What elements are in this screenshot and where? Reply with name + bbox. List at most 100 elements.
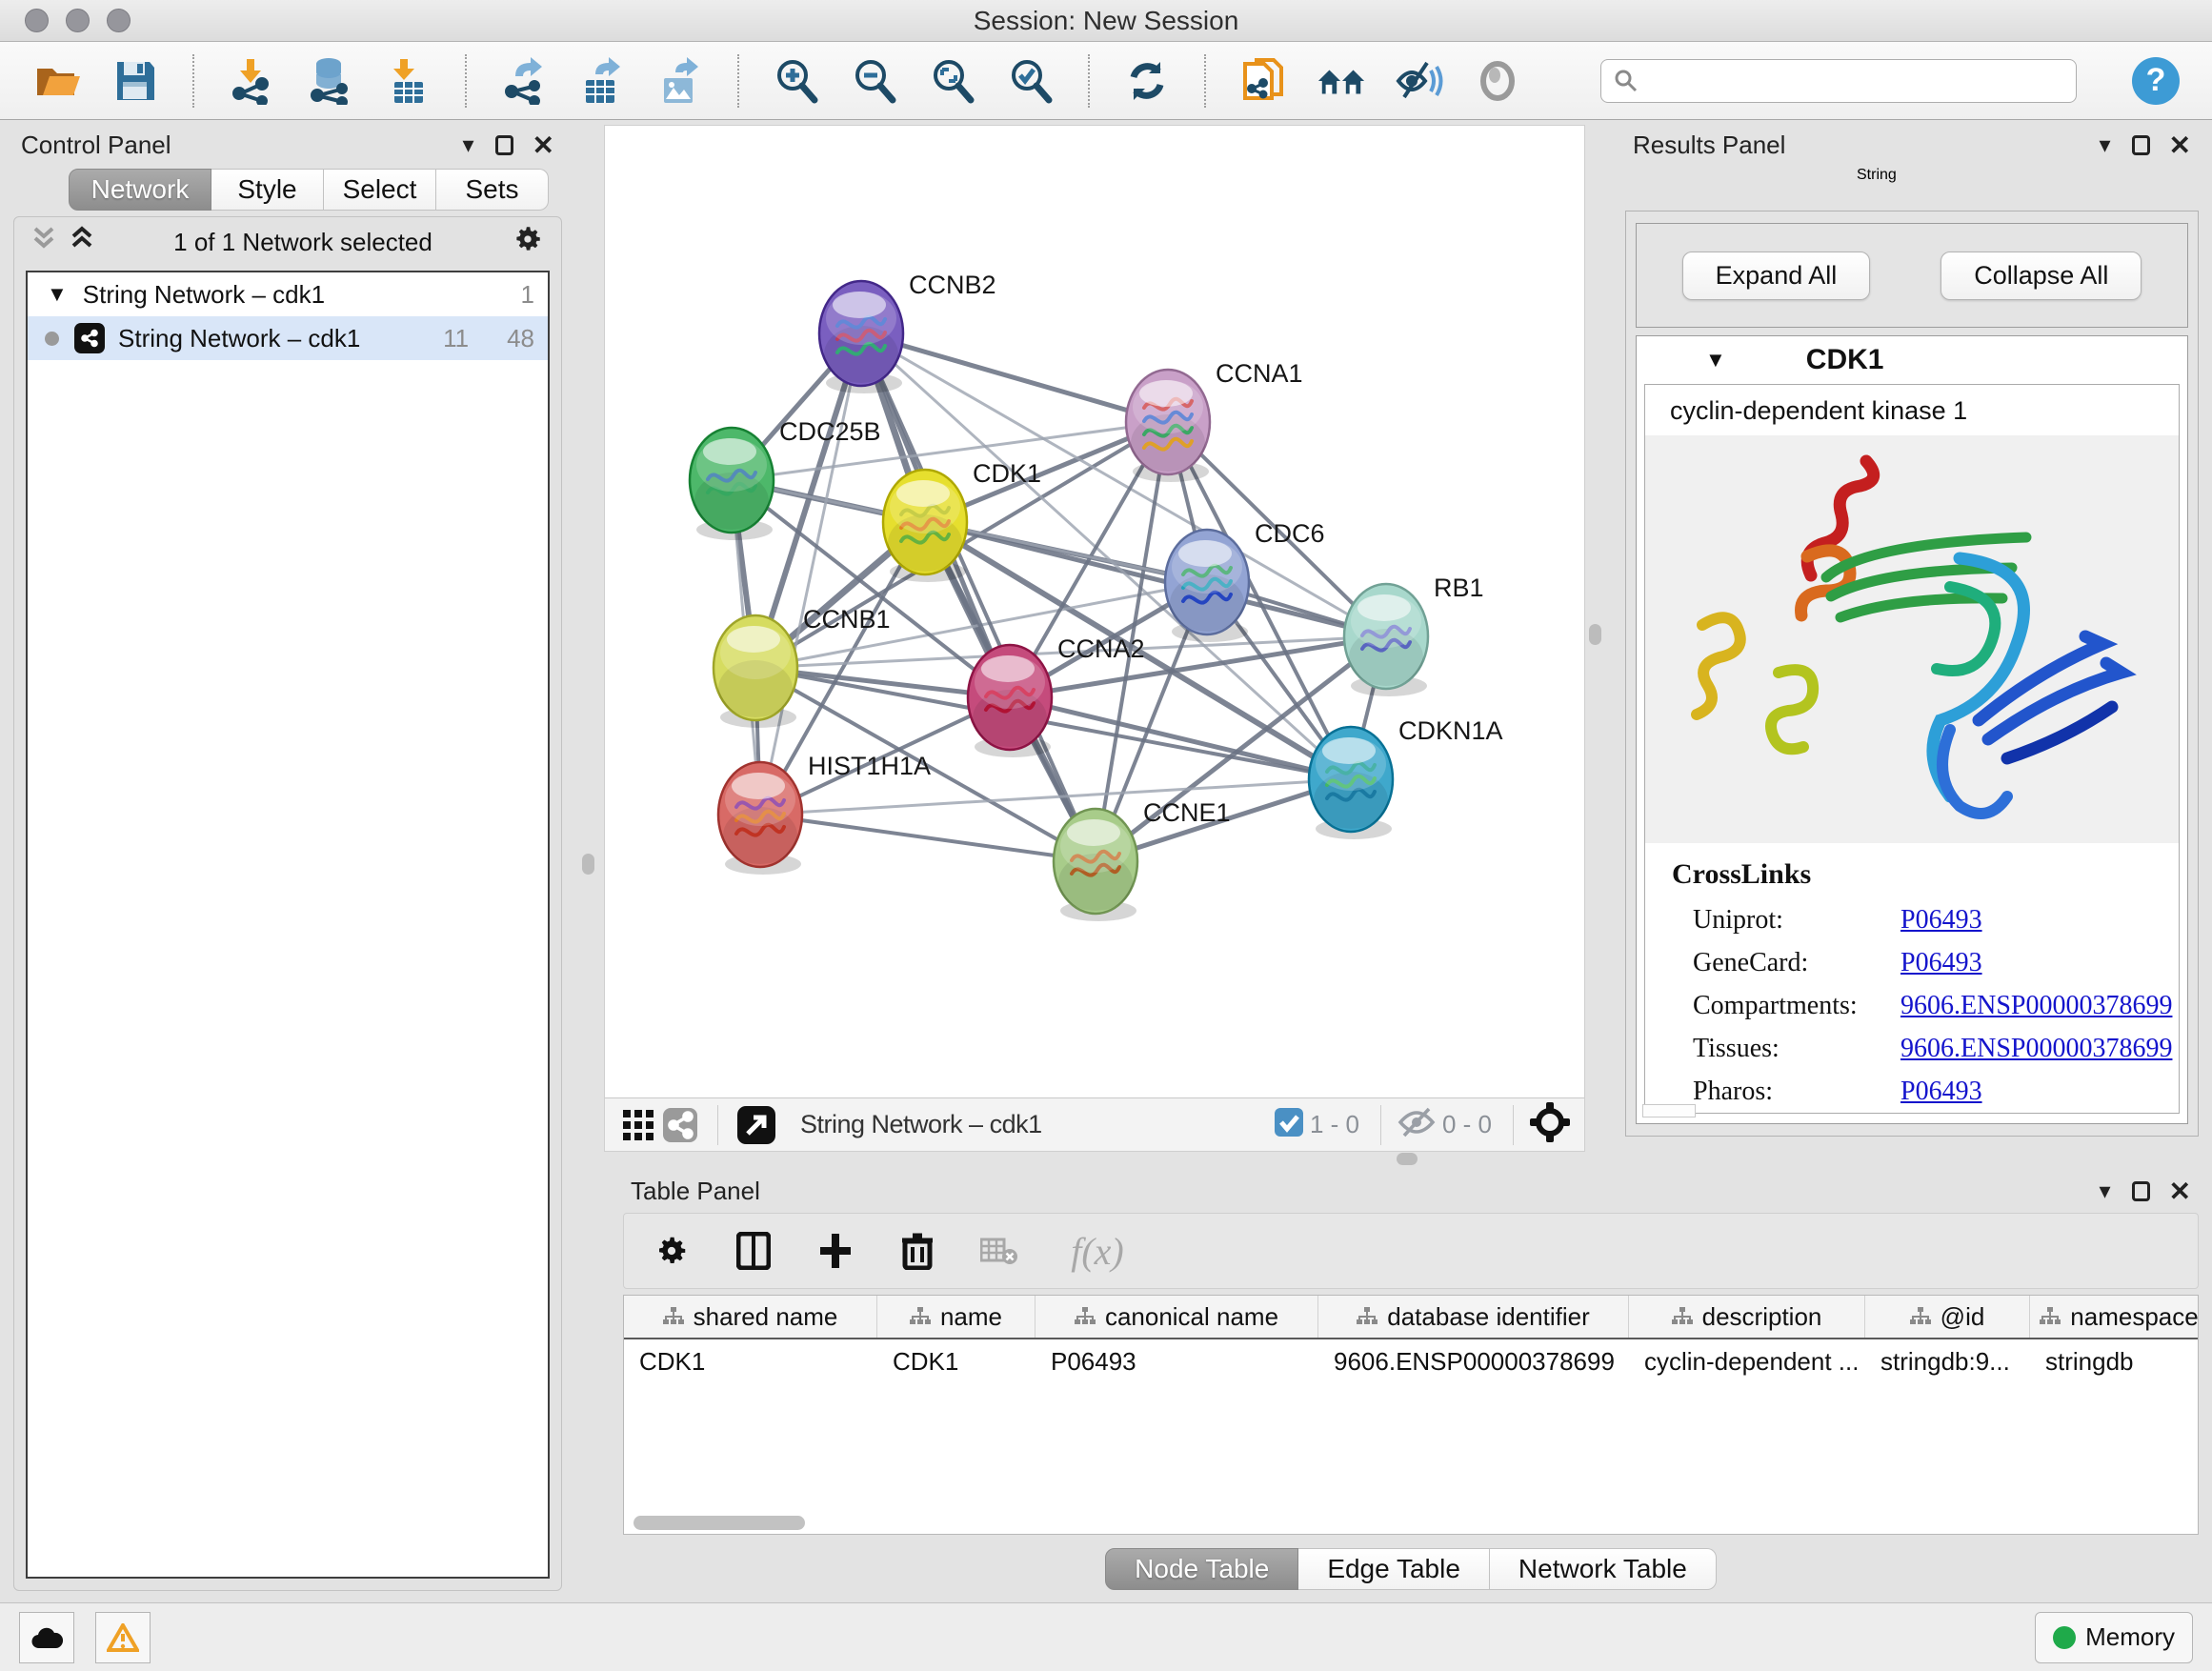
network-node-cdc25b[interactable]	[690, 428, 774, 540]
network-edge[interactable]	[861, 333, 1096, 861]
search-input[interactable]	[1600, 59, 2077, 103]
network-node-ccnb2[interactable]	[819, 281, 903, 393]
column-header[interactable]: description	[1629, 1296, 1865, 1338]
crosslink-link[interactable]: P06493	[1900, 1077, 1982, 1107]
enhance-view-icon[interactable]	[1395, 56, 1444, 106]
export-network-icon[interactable]	[499, 56, 549, 106]
panel-float-icon[interactable]	[495, 135, 513, 155]
share-network-icon[interactable]	[658, 1100, 702, 1150]
lens-icon[interactable]	[1473, 56, 1522, 106]
birdseye-icon[interactable]	[1529, 1101, 1571, 1148]
network-edge[interactable]	[732, 480, 1207, 582]
network-node-ccnb1[interactable]	[714, 615, 797, 728]
memory-button[interactable]: Memory	[2035, 1612, 2193, 1663]
table-cell: stringdb:9...	[1865, 1339, 2030, 1383]
collapse-all-icon[interactable]	[31, 225, 56, 260]
results-scrollbar[interactable]	[1642, 1104, 1696, 1117]
network-node-cdkn1a[interactable]	[1309, 727, 1393, 839]
tab-network-table[interactable]: Network Table	[1490, 1548, 1717, 1590]
column-header[interactable]: name	[877, 1296, 1036, 1338]
network-node-hist1h1a[interactable]	[718, 762, 802, 875]
table-horizontal-scrollbar[interactable]	[633, 1516, 805, 1530]
import-network-database-icon[interactable]	[305, 56, 354, 106]
network-edge[interactable]	[861, 333, 1168, 422]
column-header[interactable]: namespace	[2030, 1296, 2199, 1338]
open-session-icon[interactable]	[32, 56, 82, 106]
panel-menu-icon[interactable]: ▾	[2099, 1178, 2110, 1205]
save-session-icon[interactable]	[111, 56, 160, 106]
tab-network[interactable]: Network	[69, 169, 211, 211]
right-splitter-handle[interactable]	[1589, 624, 1601, 645]
export-table-icon[interactable]	[577, 56, 627, 106]
left-splitter-handle[interactable]	[582, 854, 594, 875]
panel-close-icon[interactable]: ✕	[533, 130, 554, 161]
zoom-fit-icon[interactable]	[928, 56, 977, 106]
crosslink-link[interactable]: P06493	[1900, 948, 1982, 978]
node-label: CCNB1	[803, 605, 891, 634]
network-collection-row[interactable]: ▼ String Network – cdk1 1	[28, 272, 548, 316]
import-table-icon[interactable]	[383, 56, 432, 106]
expand-all-button[interactable]: Expand All	[1682, 252, 1871, 300]
node-entry-header[interactable]: ▼ CDK1	[1637, 336, 2187, 384]
network-node-ccna1[interactable]	[1126, 370, 1210, 482]
network-node-cdc6[interactable]	[1165, 530, 1249, 642]
zoom-out-icon[interactable]	[850, 56, 899, 106]
tab-node-table[interactable]: Node Table	[1105, 1548, 1298, 1590]
tab-string[interactable]: String	[1857, 167, 1967, 184]
entry-caret-icon[interactable]: ▼	[1705, 348, 1726, 372]
panel-float-icon[interactable]	[2132, 135, 2150, 155]
crosslink-link[interactable]: 9606.ENSP00000378699	[1900, 1034, 2172, 1064]
crosslink-link[interactable]: P06493	[1900, 905, 1982, 936]
string-import-icon[interactable]	[1238, 56, 1288, 106]
column-header[interactable]: canonical name	[1036, 1296, 1318, 1338]
collection-caret-icon[interactable]: ▼	[47, 282, 68, 307]
bottom-splitter-handle[interactable]	[1397, 1153, 1418, 1165]
hidden-eye-icon[interactable]	[1397, 1106, 1437, 1143]
show-columns-icon[interactable]	[729, 1226, 778, 1276]
selected-checkbox-icon[interactable]	[1274, 1107, 1304, 1142]
network-node-ccne1[interactable]	[1054, 809, 1137, 921]
cloud-button[interactable]	[19, 1612, 74, 1663]
panel-close-icon[interactable]: ✕	[2169, 130, 2191, 161]
collapse-all-button[interactable]: Collapse All	[1941, 252, 2142, 300]
column-header[interactable]: database identifier	[1318, 1296, 1629, 1338]
toolbar-separator	[465, 54, 467, 108]
grid-view-icon[interactable]	[618, 1100, 658, 1150]
zoom-selected-icon[interactable]	[1006, 56, 1056, 106]
open-in-new-window-icon[interactable]	[734, 1100, 779, 1150]
refresh-icon[interactable]	[1122, 56, 1172, 106]
panel-float-icon[interactable]	[2132, 1181, 2150, 1201]
network-canvas[interactable]: CCNB2CCNA1CDC25BCDK1CDC6RB1CCNB1CCNA2CDK…	[605, 126, 1584, 1097]
panel-menu-icon[interactable]: ▾	[2099, 131, 2110, 159]
node-label: CDC25B	[779, 417, 881, 446]
tab-sets[interactable]: Sets	[436, 169, 549, 211]
column-header[interactable]: @id	[1865, 1296, 2030, 1338]
network-node-ccna2[interactable]	[968, 645, 1052, 757]
tab-style[interactable]: Style	[211, 169, 324, 211]
table-cell: P06493	[1036, 1339, 1318, 1383]
network-node-rb1[interactable]	[1344, 584, 1428, 696]
export-image-icon[interactable]	[655, 56, 705, 106]
panel-menu-icon[interactable]: ▾	[462, 131, 473, 159]
help-icon[interactable]: ?	[2132, 57, 2180, 105]
zoom-in-icon[interactable]	[772, 56, 821, 106]
gear-icon[interactable]	[512, 223, 544, 262]
column-header[interactable]: shared name	[624, 1296, 877, 1338]
warning-button[interactable]	[95, 1612, 151, 1663]
network-edge[interactable]	[760, 333, 861, 815]
network-row[interactable]: String Network – cdk1 1148	[28, 316, 548, 360]
expand-all-icon[interactable]	[70, 225, 94, 260]
node-label: CDKN1A	[1398, 716, 1503, 745]
delete-column-icon[interactable]	[893, 1226, 942, 1276]
network-node-cdk1[interactable]	[883, 470, 967, 582]
panel-close-icon[interactable]: ✕	[2169, 1176, 2191, 1207]
tab-select[interactable]: Select	[324, 169, 436, 211]
import-network-file-icon[interactable]	[227, 56, 276, 106]
add-column-icon[interactable]	[811, 1226, 860, 1276]
network-edge[interactable]	[760, 815, 1096, 861]
string-home-icon[interactable]	[1317, 56, 1366, 106]
crosslink-link[interactable]: 9606.ENSP00000378699	[1900, 991, 2172, 1021]
table-settings-gear-icon[interactable]	[647, 1226, 696, 1276]
tab-edge-table[interactable]: Edge Table	[1298, 1548, 1490, 1590]
table-row[interactable]: CDK1CDK1P064939606.ENSP00000378699cyclin…	[624, 1339, 2198, 1383]
